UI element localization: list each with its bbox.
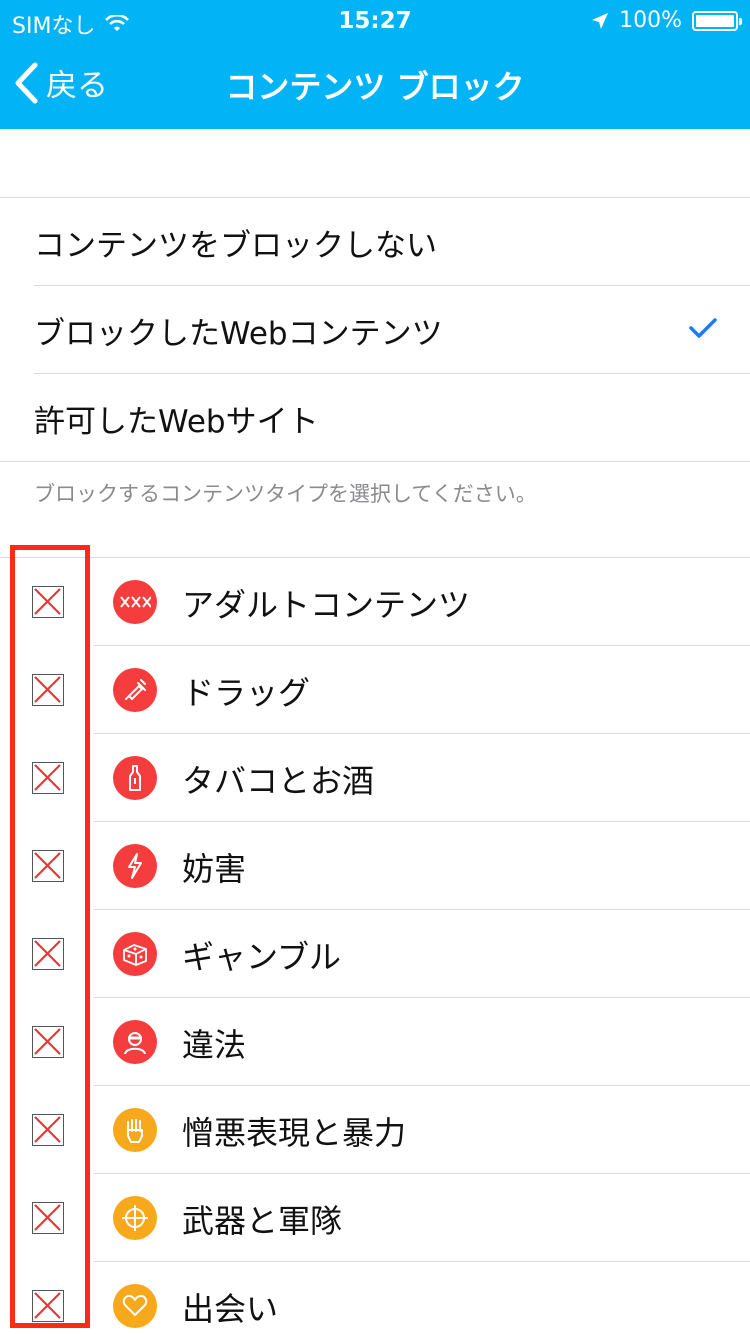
category-label: アダルトコンテンツ [182,586,471,624]
category-row-adult[interactable]: アダルトコンテンツ [0,558,750,646]
battery-fill [696,14,734,27]
category-label: 憎悪表現と暴力 [182,1114,407,1152]
category-label: 出会い [182,1290,279,1328]
category-label: 妨害 [182,850,247,888]
crosshair-icon [113,1196,157,1240]
status-bar: SIMなし 15:27 100% [0,0,750,40]
annotation-highlight-box [10,545,90,1328]
category-list: アダルトコンテンツ ドラッグ タバコとお酒 妨害 ギャンブル 違法 憎悪表現と暴… [0,557,750,1334]
category-row-hate-violence[interactable]: 憎悪表現と暴力 [0,1086,750,1174]
bottle-icon [113,756,157,800]
dice-icon [113,932,157,976]
heart-icon [113,1284,157,1328]
status-right: 100% [591,8,742,33]
category-row-tobacco-alcohol[interactable]: タバコとお酒 [0,734,750,822]
navigation-bar: 戻る コンテンツ ブロック [0,40,750,129]
category-row-weapons-military[interactable]: 武器と軍隊 [0,1174,750,1262]
category-row-dating[interactable]: 出会い [0,1262,750,1334]
category-label: ギャンブル [182,938,342,976]
battery-icon [692,10,742,31]
top-bar: SIMなし 15:27 100% 戻る コンテンツ ブロック [0,0,750,129]
thief-icon [113,1020,157,1064]
category-row-illegal[interactable]: 違法 [0,998,750,1086]
category-label: ドラッグ [182,674,311,712]
option-no-block[interactable]: コンテンツをブロックしない [0,198,750,286]
fist-icon [113,1108,157,1152]
section-spacer [0,129,750,198]
section-hint: ブロックするコンテンツタイプを選択してください。 [34,482,537,506]
category-label: 違法 [182,1026,247,1064]
adult-icon [113,580,157,624]
checkmark-icon [689,318,717,338]
option-label: 許可したWebサイト [34,403,319,440]
category-label: タバコとお酒 [182,762,375,800]
category-row-gambling[interactable]: ギャンブル [0,910,750,998]
page-title: コンテンツ ブロック [225,68,525,106]
syringe-icon [113,668,157,712]
category-label: 武器と軍隊 [182,1202,343,1240]
option-blocked-web-content[interactable]: ブロックしたWebコンテンツ [0,286,750,374]
option-label: ブロックしたWebコンテンツ [34,315,443,352]
category-row-drug[interactable]: ドラッグ [0,646,750,734]
category-row-disruption[interactable]: 妨害 [0,822,750,910]
option-allowed-websites[interactable]: 許可したWebサイト [0,374,750,462]
battery-percent: 100% [619,8,682,33]
filter-mode-options: コンテンツをブロックしない ブロックしたWebコンテンツ 許可したWebサイト [0,198,750,462]
lightning-icon [113,844,157,888]
location-arrow-icon [592,12,609,29]
option-label: コンテンツをブロックしない [34,227,437,264]
